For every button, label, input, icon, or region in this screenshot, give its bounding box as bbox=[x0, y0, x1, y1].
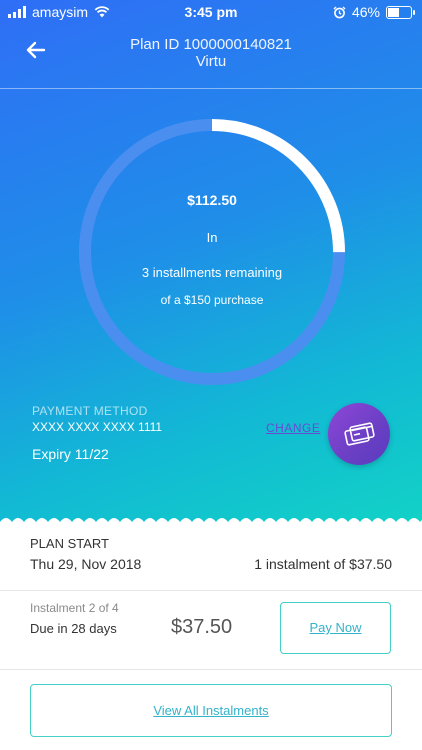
instalment-due: Due in 28 days bbox=[30, 621, 117, 636]
installments-remaining: 3 installments remaining bbox=[141, 265, 283, 280]
purchase-total: of a $150 purchase bbox=[160, 293, 264, 307]
plan-details: PLAN START Thu 29, Nov 2018 1 instalment… bbox=[0, 522, 422, 750]
page-title: Plan ID 1000000140821 Virtu bbox=[0, 36, 422, 70]
instalment-number: Instalment 2 of 4 bbox=[30, 601, 119, 615]
pay-now-button[interactable]: Pay Now bbox=[280, 602, 391, 654]
header-divider bbox=[0, 88, 422, 89]
remaining-amount: $112.50 bbox=[187, 192, 237, 208]
progress-summary: $112.50 In 3 installments remaining of a… bbox=[78, 118, 346, 386]
change-payment-link[interactable]: CHANGE bbox=[266, 421, 320, 435]
merchant-name: Virtu bbox=[195, 53, 227, 70]
divider bbox=[0, 590, 422, 591]
view-all-instalments-button[interactable]: View All Instalments bbox=[30, 684, 392, 737]
status-right: 46% bbox=[333, 4, 415, 20]
plan-start-date: Thu 29, Nov 2018 bbox=[30, 556, 142, 572]
card-expiry: Expiry 11/22 bbox=[32, 446, 109, 462]
change-card-button[interactable] bbox=[328, 403, 390, 465]
battery-percent: 46% bbox=[351, 4, 380, 20]
plan-start-label: PLAN START bbox=[30, 536, 109, 551]
plan-id: Plan ID 1000000140821 bbox=[130, 36, 292, 53]
payment-method-label: PAYMENT METHOD bbox=[32, 404, 148, 418]
battery-icon bbox=[386, 5, 415, 19]
plan-hero: amaysim 3:45 pm 46% Plan ID 100000014082… bbox=[0, 0, 422, 522]
instalment-amount: $37.50 bbox=[171, 616, 233, 638]
credit-cards-icon bbox=[344, 422, 375, 446]
status-bar: amaysim 3:45 pm 46% bbox=[0, 0, 422, 24]
divider bbox=[0, 669, 422, 670]
card-number: XXXX XXXX XXXX 1111 bbox=[32, 420, 163, 434]
header: Plan ID 1000000140821 Virtu bbox=[0, 30, 422, 88]
payment-method: PAYMENT METHOD XXXX XXXX XXXX 1111 Expir… bbox=[32, 404, 162, 462]
alarm-icon bbox=[333, 6, 346, 18]
in-label: In bbox=[206, 230, 218, 245]
first-instalment: 1 instalment of $37.50 bbox=[254, 556, 392, 572]
